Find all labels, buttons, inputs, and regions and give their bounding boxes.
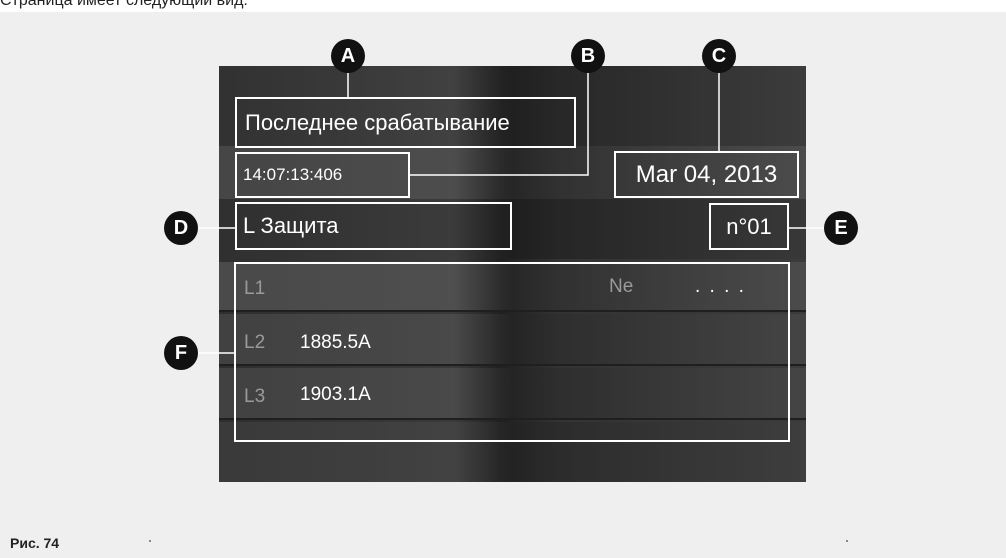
callout-marker-b: B [571, 39, 605, 73]
callout-leaders [198, 72, 824, 354]
decorative-dot [149, 540, 151, 542]
leader-b [410, 72, 589, 176]
figure-caption: Рис. 74 [10, 535, 60, 551]
callout-marker-e: E [824, 211, 858, 245]
callout-marker-c: C [702, 39, 736, 73]
callout-marker-a: A [331, 39, 365, 73]
callout-marker-f: F [164, 336, 198, 370]
decorative-dot [846, 540, 848, 542]
callout-marker-d: D [164, 211, 198, 245]
